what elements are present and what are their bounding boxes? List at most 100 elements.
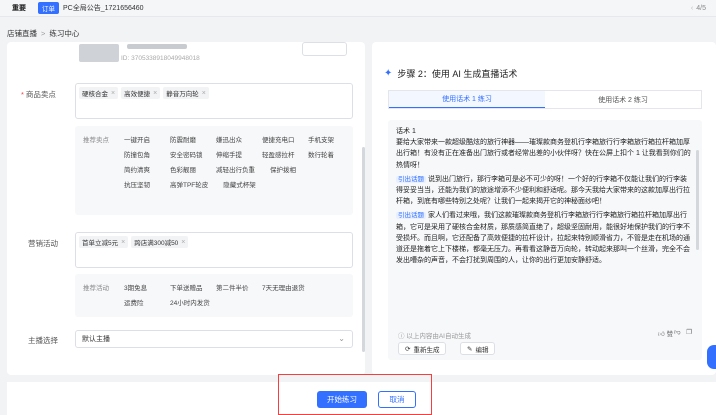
recommend-item[interactable]: 防撞包角: [119, 146, 165, 161]
product-name-placeholder: [127, 44, 187, 49]
tag-chip: 硬核合金 ×: [79, 87, 119, 99]
edit-label: 编辑: [475, 346, 489, 354]
recommend-item[interactable]: 手机支架: [303, 131, 349, 146]
topic-badge: 引出话题: [396, 212, 426, 220]
selling-points-recommend-list: 一键开启 防震耐磨 嫌迅出众 便捷充电口 手机支架防撞包角 安全密码锁 伸缩手提 轻盈感拉杆数…: [119, 131, 349, 191]
recommend-item[interactable]: 嫌迅出众: [211, 131, 257, 146]
step-title: ✦ 步骤 2：使用 AI 生成直播话术: [384, 67, 517, 80]
notice-tag: 订单: [38, 2, 59, 14]
tag-chip-label: 硬核合金: [82, 91, 108, 98]
tab-script-1[interactable]: 使用话术 1 练习: [389, 91, 545, 108]
regenerate-label: 重新生成: [413, 346, 440, 354]
script-tabs: 使用话术 1 练习 使用话术 2 练习: [388, 90, 702, 109]
selling-points-label-text: 商品卖点: [25, 90, 56, 99]
breadcrumb-separator: >: [41, 29, 46, 38]
recommend-item[interactable]: 色彩靓丽: [165, 161, 211, 176]
recommend-item[interactable]: 一键开启: [119, 131, 165, 146]
notice-text[interactable]: PC全局公告_1721656460: [63, 3, 144, 13]
recommend-item[interactable]: 简约清爽: [119, 161, 165, 176]
required-mark: *: [21, 90, 24, 99]
anchor-select-value: 默认主播: [82, 336, 110, 343]
recommend-item[interactable]: 7天无理由退货: [257, 279, 315, 294]
chevron-left-icon[interactable]: ‹: [691, 5, 693, 12]
like-button[interactable]: 👍︎ 赞: [658, 328, 673, 338]
selling-points-input[interactable]: 硬核合金 × 高效便捷 × 静音万向轮 ×: [75, 83, 353, 119]
recommend-item[interactable]: 抗压坚韧: [119, 176, 165, 191]
copy-icon: ❐: [686, 329, 692, 336]
close-icon[interactable]: ×: [181, 239, 185, 246]
dislike-button[interactable]: 👎︎: [674, 328, 681, 336]
recommend-item[interactable]: 便捷充电口: [257, 131, 303, 146]
config-panel: ID: 3705338918049948018 * 商品卖点 硬核合金 × 高效便捷 ×…: [7, 42, 365, 375]
recommend-item[interactable]: 下单送赠品: [165, 279, 211, 294]
breadcrumb: 店铺直播 > 练习中心: [7, 28, 79, 39]
recommend-item[interactable]: 保护拨相: [265, 161, 311, 176]
script-paragraph-2: 引出话题 说到出门旅行，那行李箱可是必不可少的呀！一个好的行李箱不仅能让我们的行李…: [396, 174, 692, 208]
script-paragraph-3: 引出话题 家人们看过来哦，我们这款璀璨款商务登机行李箱旅行行李箱旅行箱拉杆箱加厚出…: [396, 210, 692, 266]
cancel-button[interactable]: 取消: [378, 391, 416, 408]
ai-footnote: ⓘ 以上内容由AI自动生成: [398, 330, 471, 340]
tag-chip: 首单立减5元 ×: [79, 236, 129, 248]
tag-chip: 高效便捷 ×: [121, 87, 161, 99]
ai-script-panel: ✦ 步骤 2：使用 AI 生成直播话术 使用话术 1 练习 使用话术 2 练习 …: [372, 42, 716, 375]
recommend-item[interactable]: 数行轮着: [303, 146, 349, 161]
script-paragraph-3-text: 家人们看过来哦，我们这款璀璨款商务登机行李箱旅行行李箱旅行箱拉杆箱加厚出行箱，它…: [396, 212, 690, 265]
recommend-item[interactable]: 隐藏式杯架: [218, 176, 264, 191]
selling-points-recommend-label: 推荐卖点: [83, 137, 109, 144]
product-id: ID: 3705338918049948018: [121, 55, 200, 62]
selling-points-recommend-box: 推荐卖点 一键开启 防震耐磨 嫌迅出众 便捷充电口 手机支架防撞包角 安全密码锁 伸缩手提轻…: [75, 126, 353, 215]
left-scrollbar[interactable]: [362, 147, 365, 352]
close-icon[interactable]: ×: [153, 90, 157, 97]
notice-bar: 重要 订单 PC全局公告_1721656460 ‹ 4/5: [0, 0, 716, 17]
script-content-box: 话术 1 要给大家带来一款超级酷炫的旅行神器——璀璨款商务登机行李箱旅行行李箱旅…: [388, 120, 702, 360]
ai-footnote-text: 以上内容由AI自动生成: [406, 333, 471, 340]
recommend-item[interactable]: 伸缩手提: [211, 146, 257, 161]
script-paragraph-2-text: 说到出门旅行，那行李箱可是必不可少的呀！一个好的行李箱不仅能让我们的行李装得妥妥…: [396, 175, 690, 206]
floating-assistant-button[interactable]: [707, 345, 716, 369]
tag-chip-label: 首单立减5元: [82, 240, 119, 247]
step-title-text: 步骤 2：使用 AI 生成直播话术: [397, 69, 518, 79]
tag-chip-label: 跨店满300减50: [134, 240, 179, 247]
regenerate-button[interactable]: ⟳ 重新生成: [398, 342, 447, 355]
recommend-item[interactable]: 安全密码锁: [165, 146, 211, 161]
thumbs-down-icon: 👎︎: [674, 329, 681, 336]
product-change-button[interactable]: [302, 42, 347, 56]
recommend-item[interactable]: 高弹TPF轮皮: [165, 176, 218, 191]
close-icon[interactable]: ×: [121, 239, 125, 246]
recommend-item[interactable]: 24小时内发货: [165, 294, 220, 309]
copy-button[interactable]: ❐: [686, 328, 692, 336]
marketing-recommend-label: 推荐活动: [83, 285, 109, 292]
tab-script-2[interactable]: 使用话术 2 练习: [545, 91, 701, 108]
anchor-select[interactable]: 默认主播 ⌄: [75, 330, 353, 348]
chevron-down-icon: ⌄: [338, 334, 345, 343]
recommend-item[interactable]: 运费险: [119, 294, 165, 309]
recommend-item[interactable]: 减轻出行负重: [211, 161, 265, 176]
notice-important-label: 重要: [12, 5, 26, 12]
recommend-item[interactable]: 3期免息: [119, 279, 165, 294]
marketing-input[interactable]: 首单立减5元 × 跨店满300减50 ×: [75, 232, 353, 268]
breadcrumb-root[interactable]: 店铺直播: [7, 29, 37, 38]
edit-button[interactable]: ✎ 编辑: [460, 342, 496, 355]
script-paragraph-1: 要给大家带来一款超级酷炫的旅行神器——璀璨款商务登机行李箱旅行行李箱旅行箱拉杆箱…: [396, 139, 691, 169]
close-icon[interactable]: ×: [202, 90, 206, 97]
script-title: 话术 1: [396, 128, 416, 135]
recommend-item[interactable]: 第二件半价: [211, 279, 257, 294]
anchor-label: 主播选择: [28, 336, 58, 345]
close-icon[interactable]: ×: [111, 90, 115, 97]
notice-pager[interactable]: ‹ 4/5: [691, 5, 706, 12]
recommend-item[interactable]: 防震耐磨: [165, 131, 211, 146]
recommend-item[interactable]: 轻盈感拉杆: [257, 146, 303, 161]
product-thumbnail: [79, 44, 119, 62]
breadcrumb-current: 练习中心: [49, 29, 80, 38]
refresh-icon: ⟳: [405, 345, 411, 353]
marketing-label: 营销活动: [28, 239, 58, 248]
tag-chip: 跨店满300减50 ×: [131, 236, 189, 248]
tag-chip-label: 静音万向轮: [166, 91, 199, 98]
script-scrollbar[interactable]: [696, 150, 699, 250]
tag-chip-label: 高效便捷: [124, 91, 151, 98]
start-practice-button[interactable]: 开始练习: [317, 391, 367, 408]
thumbs-up-icon: 👍︎: [658, 331, 667, 338]
selling-points-label: * 商品卖点: [21, 89, 56, 100]
sparkle-icon: ✦: [384, 68, 393, 79]
notice-pager-count: 4/5: [696, 4, 706, 12]
